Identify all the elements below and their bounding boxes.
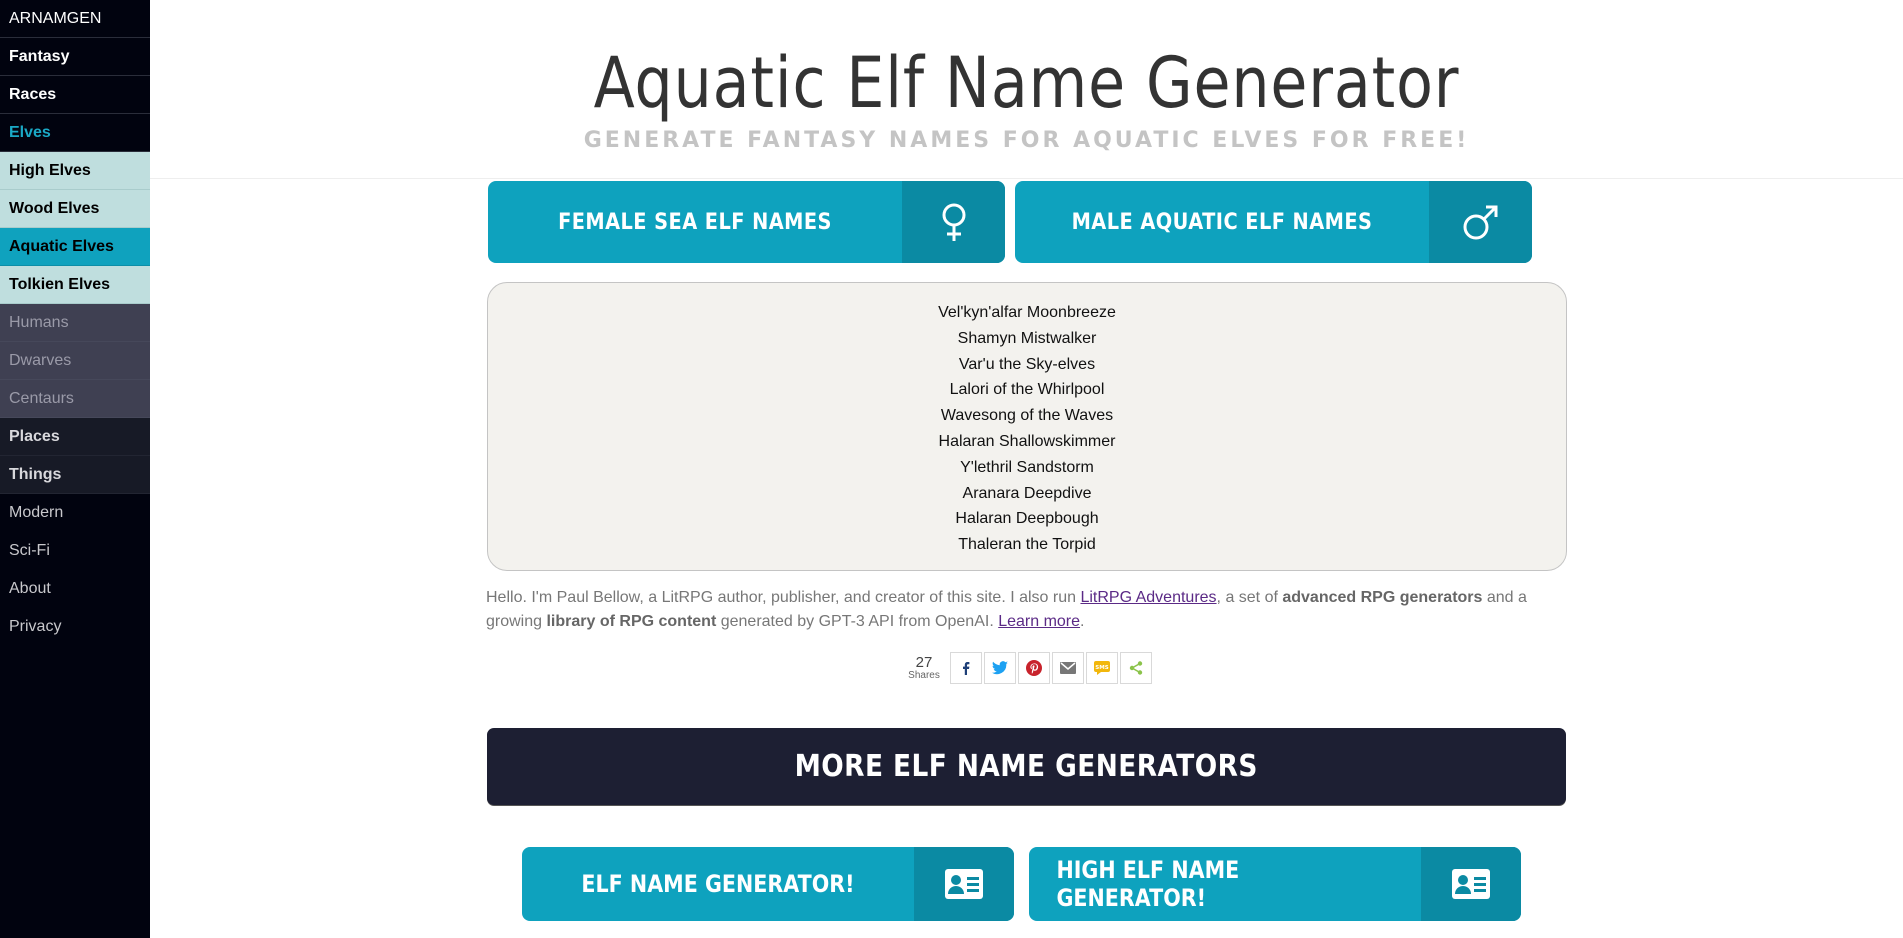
id-card-icon: [914, 847, 1014, 921]
learn-more-link[interactable]: Learn more: [998, 613, 1080, 630]
sms-icon: SMS: [1094, 661, 1110, 675]
share-count-number: 27: [915, 654, 933, 671]
twitter-icon: [992, 661, 1008, 675]
facebook-icon: [963, 662, 970, 675]
high-elf-name-generator-button[interactable]: HIGH ELF NAME GENERATOR!: [1029, 847, 1521, 921]
elf-name-generator-button[interactable]: ELF NAME GENERATOR!: [522, 847, 1014, 921]
email-icon: [1060, 662, 1076, 674]
sidebar-item-tolkien-elves[interactable]: Tolkien Elves: [0, 266, 150, 304]
page-header: Aquatic Elf Name Generator GENERATE FANT…: [150, 0, 1903, 179]
sidebar-item-places[interactable]: Places: [0, 418, 150, 456]
more-generators-banner: MORE ELF NAME GENERATORS: [487, 728, 1566, 805]
female-symbol-icon: [902, 181, 1005, 263]
sidebar-item-humans[interactable]: Humans: [0, 304, 150, 342]
litrpg-adventures-link[interactable]: LitRPG Adventures: [1080, 589, 1216, 606]
bio-text: .: [1080, 613, 1085, 630]
result-name: Wavesong of the Waves: [940, 407, 1114, 425]
result-name: Lalori of the Whirlpool: [949, 381, 1105, 399]
id-card-icon: [1421, 847, 1521, 921]
bio-bold-generators: advanced RPG generators: [1282, 589, 1483, 606]
female-names-label: FEMALE SEA ELF NAMES: [558, 209, 832, 235]
result-name: Y'lethril Sandstorm: [960, 458, 1094, 476]
result-name: Var'u the Sky-elves: [958, 355, 1096, 373]
bio-text: generated by GPT-3 API from OpenAI.: [716, 613, 999, 630]
share-count: 27 Shares: [905, 654, 943, 682]
sidebar-item-wood-elves[interactable]: Wood Elves: [0, 190, 150, 228]
more-generators-heading: MORE ELF NAME GENERATORS: [794, 749, 1259, 784]
sidebar-item-dwarves[interactable]: Dwarves: [0, 342, 150, 380]
sidebar-item-privacy[interactable]: Privacy: [0, 608, 150, 646]
page-title: Aquatic Elf Name Generator: [593, 42, 1460, 124]
male-symbol-icon: [1429, 181, 1532, 263]
sidebar-item-sci-fi[interactable]: Sci-Fi: [0, 532, 150, 570]
sidebar-item-fantasy[interactable]: Fantasy: [0, 38, 150, 76]
sidebar-item-aquatic-elves[interactable]: Aquatic Elves: [0, 228, 150, 266]
high-elf-name-generator-label: HIGH ELF NAME GENERATOR!: [1056, 856, 1240, 912]
sidebar-item-things[interactable]: Things: [0, 456, 150, 494]
male-names-label: MALE AQUATIC ELF NAMES: [1071, 209, 1373, 235]
twitter-share-button[interactable]: [984, 652, 1016, 684]
sidebar-item-high-elves[interactable]: High Elves: [0, 152, 150, 190]
sidebar-item-elves[interactable]: Elves: [0, 114, 150, 152]
share-count-label: Shares: [908, 670, 940, 681]
pinterest-icon: [1026, 660, 1042, 676]
male-names-button[interactable]: MALE AQUATIC ELF NAMES: [1015, 181, 1532, 263]
result-name: Halaran Shallowskimmer: [938, 432, 1116, 450]
bio-bold-library: library of RPG content: [546, 613, 717, 630]
site-brand-link[interactable]: ARNAMGEN: [0, 0, 150, 38]
facebook-share-button[interactable]: [950, 652, 982, 684]
female-names-button[interactable]: FEMALE SEA ELF NAMES: [488, 181, 1005, 263]
sidebar-item-centaurs[interactable]: Centaurs: [0, 380, 150, 418]
sidebar-item-races[interactable]: Races: [0, 76, 150, 114]
results-box: Vel'kyn'alfar Moonbreeze Shamyn Mistwalk…: [487, 282, 1567, 571]
sidebar-item-modern[interactable]: Modern: [0, 494, 150, 532]
author-bio: Hello. I'm Paul Bellow, a LitRPG author,…: [486, 586, 1576, 634]
share-icon: [1129, 661, 1143, 675]
result-name: Shamyn Mistwalker: [957, 329, 1097, 347]
email-share-button[interactable]: [1052, 652, 1084, 684]
elf-name-generator-label: ELF NAME GENERATOR!: [581, 870, 855, 898]
bio-text: Hello. I'm Paul Bellow, a LitRPG author,…: [486, 589, 1081, 606]
more-share-button[interactable]: [1120, 652, 1152, 684]
svg-text:SMS: SMS: [1095, 665, 1108, 671]
result-name: Halaran Deepbough: [955, 510, 1099, 528]
pinterest-share-button[interactable]: [1018, 652, 1050, 684]
result-name: Thaleran the Torpid: [958, 536, 1096, 554]
result-name: Aranara Deepdive: [962, 484, 1092, 502]
sms-share-button[interactable]: SMS: [1086, 652, 1118, 684]
sidebar-item-about[interactable]: About: [0, 570, 150, 608]
sidebar-nav: ARNAMGEN Fantasy Races Elves High Elves …: [0, 0, 150, 938]
result-name: Vel'kyn'alfar Moonbreeze: [938, 304, 1116, 321]
page-subtitle: GENERATE FANTASY NAMES FOR AQUATIC ELVES…: [583, 128, 1470, 153]
bio-text: , a set of: [1216, 589, 1283, 606]
